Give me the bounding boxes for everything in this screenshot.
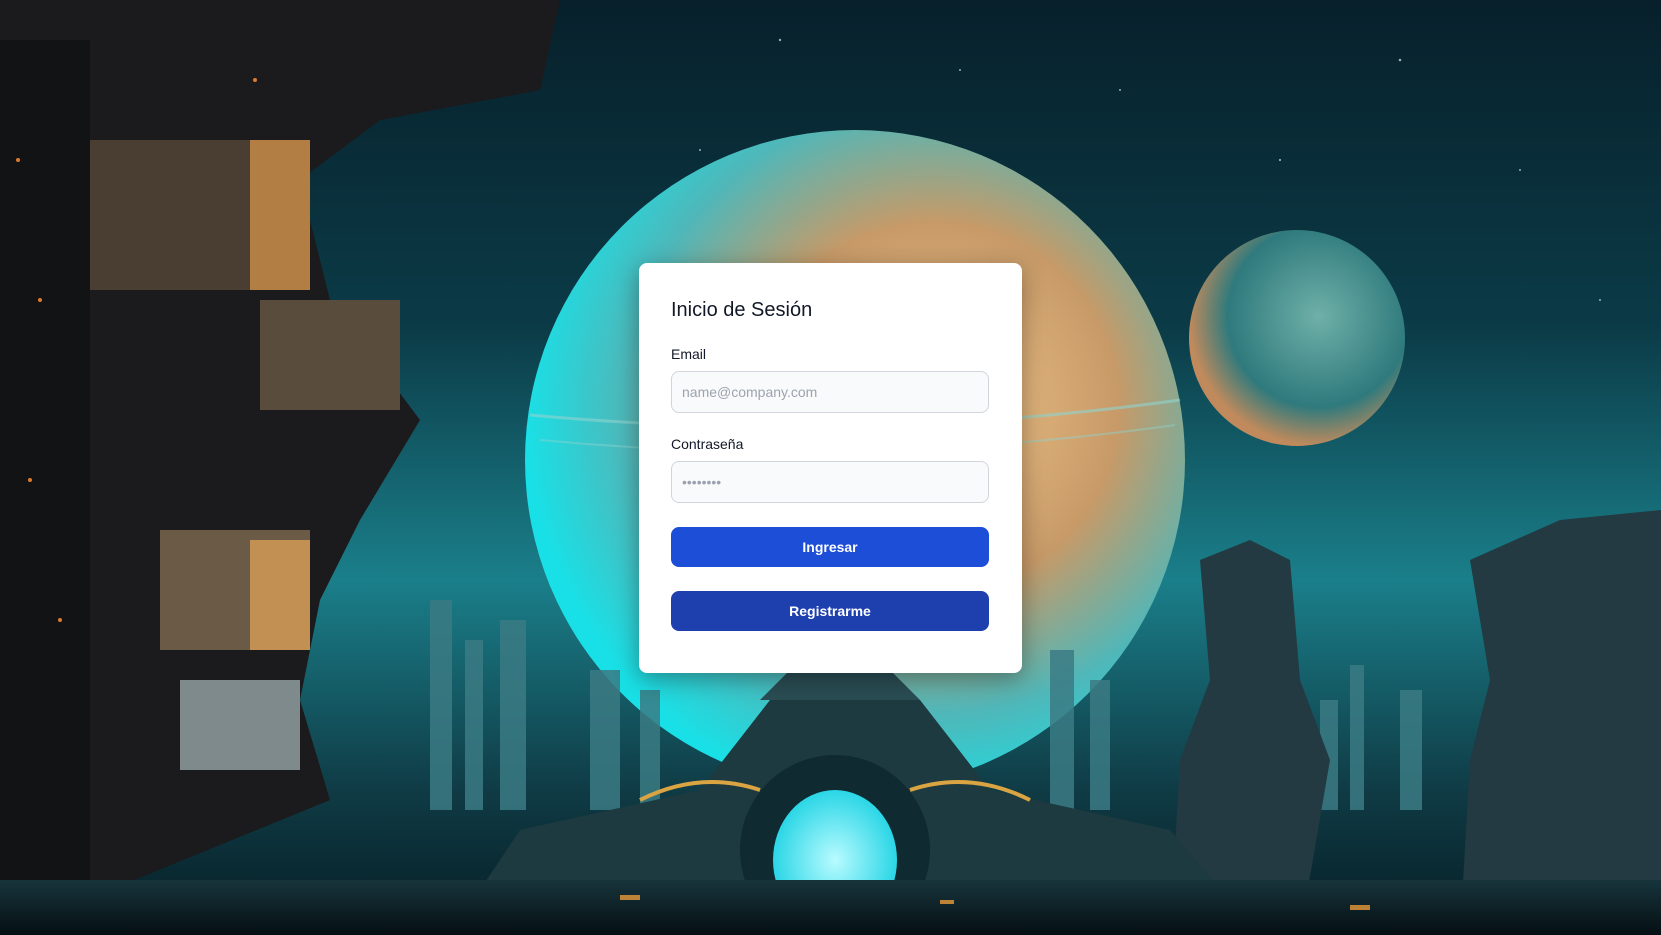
register-button[interactable]: Registrarme <box>671 591 989 631</box>
password-label: Contraseña <box>671 436 744 452</box>
email-field[interactable] <box>671 371 989 413</box>
email-label: Email <box>671 346 707 362</box>
password-field[interactable] <box>671 461 989 503</box>
login-card: Inicio de Sesión Email Contraseña Ingres… <box>639 263 1022 673</box>
login-page: Inicio de Sesión Email Contraseña Ingres… <box>0 0 1661 935</box>
login-title: Inicio de Sesión <box>671 299 813 321</box>
login-button[interactable]: Ingresar <box>671 527 989 567</box>
